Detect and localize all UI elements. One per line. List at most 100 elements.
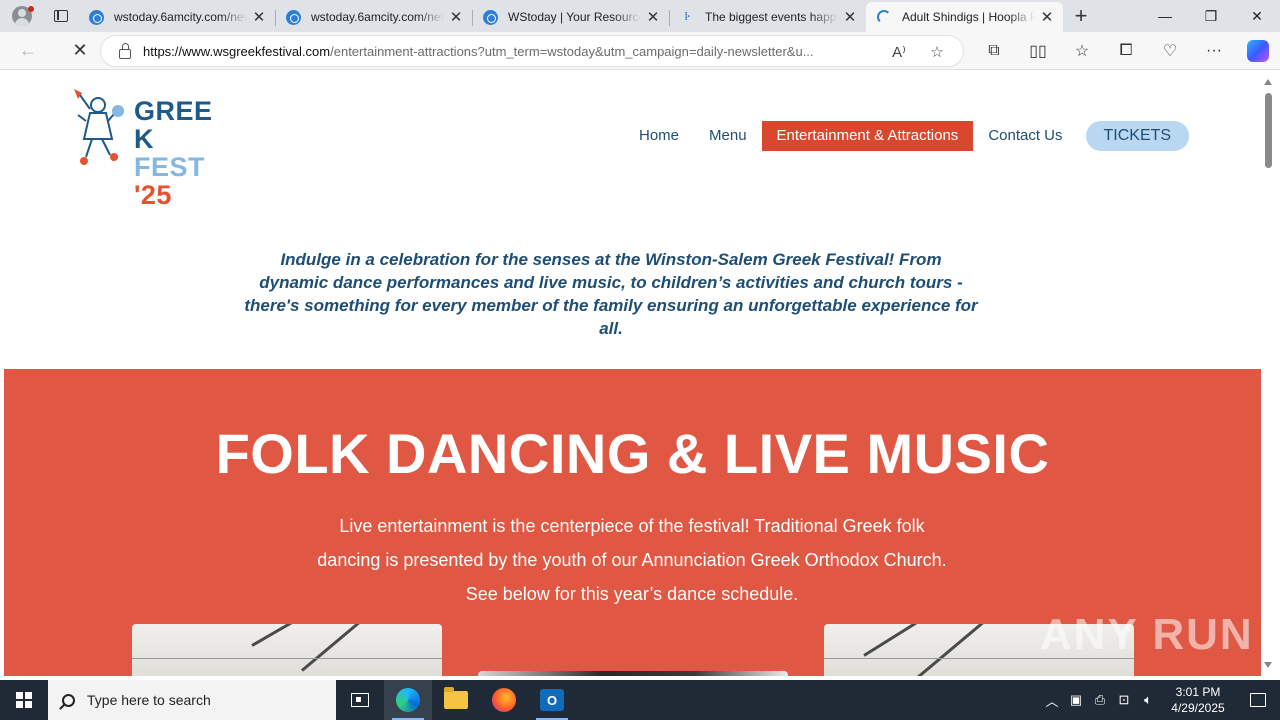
firefox-icon [492, 688, 516, 712]
profile-button[interactable] [0, 0, 44, 32]
taskbar-clock[interactable]: 3:01 PM 4/29/2025 [1160, 684, 1236, 716]
close-icon: ✕ [1251, 7, 1263, 24]
split-screen-icon[interactable]: ▯▯ [1016, 35, 1060, 67]
section-title: FOLK DANCING & LIVE MUSIC [215, 422, 1050, 485]
chevron-up-icon[interactable]: ︿ [1040, 680, 1064, 720]
browser-tab-active[interactable]: Adult Shindigs | Hoopla Fest ✕ [866, 2, 1063, 32]
copilot-button[interactable] [1236, 35, 1280, 67]
collections-icon[interactable]: ⧠ [1104, 35, 1148, 67]
lock-icon [119, 43, 131, 59]
search-icon [62, 693, 75, 707]
read-aloud-icon[interactable]: A⁾ [889, 42, 909, 62]
tab-actions-button[interactable] [44, 0, 78, 32]
loading-icon [876, 9, 892, 25]
address-bar[interactable]: https://www.wsgreekfestival.com/entertai… [100, 35, 964, 67]
settings-more-icon[interactable]: ··· [1192, 35, 1236, 67]
evzone-dancer-icon [74, 89, 124, 165]
url-text[interactable]: https://www.wsgreekfestival.com/entertai… [143, 44, 871, 59]
scrollbar-thumb[interactable] [1265, 93, 1272, 168]
start-button[interactable] [0, 680, 48, 720]
tab-title: The biggest events happening... [705, 10, 838, 24]
tickets-button[interactable]: TICKETS [1085, 121, 1190, 151]
close-tab-icon[interactable]: ✕ [645, 8, 661, 26]
globe-icon [482, 9, 498, 25]
browser-tab[interactable]: ⁞· The biggest events happening... ✕ [669, 2, 866, 32]
folder-icon [444, 687, 468, 709]
toolbar-right: ⧉ ▯▯ ☆ ⧠ ♡ ··· [972, 35, 1280, 67]
network-icon[interactable]: ⊡ [1112, 680, 1136, 720]
nav-entertainment-link[interactable]: Entertainment & Attractions [761, 121, 974, 151]
tab-title: WStoday | Your Resource for... [508, 10, 641, 24]
globe-icon [285, 9, 301, 25]
new-tab-button[interactable]: + [1063, 0, 1099, 32]
logo-text-line2: K [134, 124, 154, 154]
notification-dot [28, 6, 34, 12]
back-arrow-icon: ← [19, 40, 37, 60]
scroll-up-icon[interactable] [1264, 79, 1272, 85]
browser-essentials-icon[interactable]: ♡ [1148, 35, 1192, 67]
logo-text-year: '25 [134, 180, 172, 210]
site-nav: Home Menu Entertainment & Attractions Co… [624, 121, 1190, 151]
minimize-button[interactable]: — [1142, 0, 1188, 32]
extensions-icon[interactable]: ⧉ [972, 35, 1016, 67]
clock-date: 4/29/2025 [1171, 701, 1225, 715]
greek-fest-logo[interactable]: GREE K FEST '25 [68, 85, 238, 213]
browser-tab[interactable]: wstoday.6amcity.com/newsletters/... ✕ [275, 2, 472, 32]
restore-icon: ❐ [1204, 7, 1218, 24]
page-scrollbar[interactable] [1261, 71, 1276, 676]
browser-tab-strip: wstoday.6amcity.com/newsletters/... ✕ ws… [0, 0, 1280, 32]
taskbar-outlook[interactable]: O [528, 680, 576, 720]
system-tray: ︿ ▣ ⎙ ⊡ 🔈︎ 3:01 PM 4/29/2025 [1040, 680, 1280, 720]
nav-contact-link[interactable]: Contact Us [973, 121, 1077, 151]
logo-text-line1: GREE [134, 96, 213, 126]
dots-icon: ⁞· [684, 11, 690, 23]
taskbar-search-placeholder: Type here to search [87, 692, 211, 708]
globe-icon [88, 9, 104, 25]
close-tab-icon[interactable]: ✕ [842, 8, 858, 26]
plus-icon: + [1074, 3, 1088, 28]
tab-title: wstoday.6amcity.com/newsletters/... [311, 10, 444, 24]
url-host: https://www.wsgreekfestival.com [143, 43, 331, 59]
taskbar-edge[interactable] [384, 680, 432, 720]
notification-center-button[interactable] [1236, 680, 1280, 720]
close-window-button[interactable]: ✕ [1234, 0, 1280, 32]
nav-menu-link[interactable]: Menu [694, 121, 762, 151]
browser-tab[interactable]: wstoday.6amcity.com/newsletters/... ✕ [78, 2, 275, 32]
page-viewport: GREE K FEST '25 Home Menu Entertainment … [4, 71, 1261, 676]
favorite-star-icon[interactable]: ☆ [927, 42, 947, 62]
taskbar-file-explorer[interactable] [432, 680, 480, 720]
stop-loading-button[interactable]: ✕ [62, 35, 98, 67]
browser-toolbar: ← ✕ https://www.wsgreekfestival.com/ente… [0, 32, 1280, 70]
section-body: Live entertainment is the centerpiece of… [317, 516, 947, 604]
close-tab-icon[interactable]: ✕ [448, 8, 464, 26]
restore-button[interactable]: ❐ [1188, 0, 1234, 32]
close-icon: ✕ [72, 40, 88, 60]
windows-logo-icon [16, 692, 32, 708]
close-tab-icon[interactable]: ✕ [251, 8, 267, 26]
intro-paragraph: Indulge in a celebration for the senses … [244, 250, 978, 338]
task-view-button[interactable] [336, 680, 384, 720]
url-path: /entertainment-attractions?utm_term=wsto… [330, 43, 814, 59]
taskbar-search-box[interactable]: Type here to search [48, 680, 336, 720]
close-tab-icon[interactable]: ✕ [1039, 8, 1055, 26]
dance-photo [132, 624, 442, 676]
task-view-icon [351, 693, 369, 707]
favorites-icon[interactable]: ☆ [1060, 35, 1104, 67]
logo-text-line3: FEST [134, 152, 206, 182]
notification-icon [1250, 693, 1266, 707]
anyrun-watermark: ANY RUN [1040, 610, 1254, 659]
back-button[interactable]: ← [10, 35, 46, 67]
minimize-icon: — [1158, 8, 1172, 24]
scroll-down-icon[interactable] [1264, 662, 1272, 668]
screen: wstoday.6amcity.com/newsletters/... ✕ ws… [0, 0, 1280, 720]
taskbar-firefox[interactable] [480, 680, 528, 720]
window-controls: — ❐ ✕ [1142, 0, 1280, 32]
device-icon[interactable]: ⎙ [1088, 680, 1112, 720]
nav-home-link[interactable]: Home [624, 121, 694, 151]
volume-icon[interactable]: 🔈︎ [1136, 680, 1160, 720]
clock-time: 3:01 PM [1175, 685, 1221, 699]
tab-title: wstoday.6amcity.com/newsletters/... [114, 10, 247, 24]
outlook-icon: O [540, 689, 564, 711]
browser-tab[interactable]: WStoday | Your Resource for... ✕ [472, 2, 669, 32]
outlook-tray-icon[interactable]: ▣ [1064, 680, 1088, 720]
